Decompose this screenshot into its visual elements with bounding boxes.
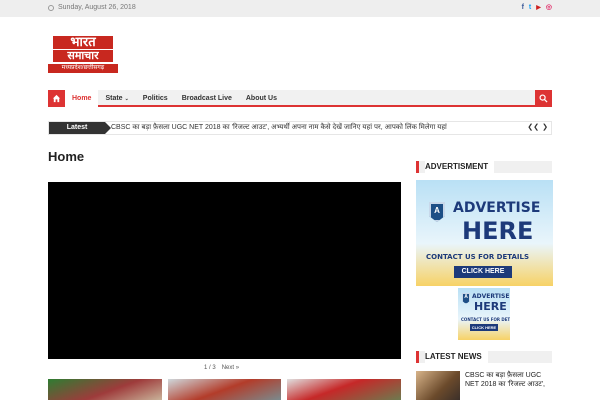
post-thumbnail[interactable]	[48, 379, 162, 400]
ad-badge-icon: A	[429, 202, 445, 222]
facebook-icon[interactable]: f	[522, 4, 524, 12]
search-button[interactable]	[535, 90, 552, 107]
ad-click-button[interactable]: CLICK HERE	[454, 266, 512, 278]
search-icon	[539, 94, 548, 103]
post-thumbnail[interactable]	[167, 379, 282, 400]
advertisement-heading: ADVERTISMENT	[416, 161, 552, 173]
clock-icon	[48, 4, 54, 11]
latest-news-heading: LATEST NEWS	[416, 351, 552, 363]
house-icon	[52, 94, 61, 103]
nav-item-broadcast-live[interactable]: Broadcast Live	[175, 90, 239, 107]
nav-item-about-us[interactable]: About Us	[239, 90, 284, 107]
advertisement-small[interactable]: A ADVERTISE HERE CONTACT US FOR DETAILS …	[458, 288, 510, 340]
ad-contact-text: CONTACT US FOR DETAILS	[426, 253, 530, 261]
logo-line-3: मध्यप्रदेश/छत्तीसगढ़	[48, 64, 118, 73]
social-links: f t ▶ ◎	[522, 4, 552, 12]
nav-item-politics[interactable]: Politics	[136, 90, 175, 107]
latest-news-item[interactable]: CBSC का बड़ा फ़ैसला UGC NET 2018 का 'रिज…	[416, 371, 553, 400]
post-thumbnails	[48, 379, 402, 400]
ad-headline-2: HERE	[474, 300, 507, 313]
twitter-icon[interactable]: t	[529, 4, 531, 12]
home-icon[interactable]	[48, 90, 65, 107]
ad-badge-icon: A	[462, 293, 470, 304]
nav-item-home[interactable]: Home	[65, 90, 99, 107]
top-bar: Sunday, August 26, 2018 f t ▶ ◎	[0, 0, 600, 17]
slide-counter: 1 / 3	[204, 365, 216, 371]
ad-click-button[interactable]: CLICK HERE	[470, 324, 498, 331]
previous-arrow-icon[interactable]: ❮❮	[527, 122, 539, 134]
ad-contact-text: CONTACT US FOR DETAILS	[461, 317, 510, 322]
news-thumbnail[interactable]	[416, 371, 460, 400]
youtube-icon[interactable]: ▶	[536, 4, 541, 12]
instagram-icon[interactable]: ◎	[546, 4, 552, 12]
next-slide-link[interactable]: Next »	[222, 365, 239, 371]
ticker-controls: ❮❮ ❯	[527, 122, 548, 134]
ad-headline-2: HERE	[462, 217, 534, 245]
ad-headline: ADVERTISE	[472, 293, 510, 300]
logo-line-1: भारत	[53, 36, 113, 49]
chevron-down-icon: ⌄	[124, 96, 129, 102]
post-thumbnail[interactable]	[287, 379, 402, 400]
slider-pager: 1 / 3 Next »	[204, 365, 239, 371]
date-text: Sunday, August 26, 2018	[58, 4, 136, 11]
logo-line-2: समाचार	[53, 49, 113, 62]
advertisement-banner[interactable]: A ADVERTISE HERE CONTACT US FOR DETAILS …	[416, 180, 553, 286]
next-arrow-icon[interactable]: ❯	[542, 122, 548, 134]
site-logo[interactable]: भारत समाचार मध्यप्रदेश/छत्तीसगढ़	[48, 36, 118, 74]
ticker-headline[interactable]: CBSC का बड़ा फ़ैसला UGC NET 2018 का 'रिज…	[111, 122, 526, 134]
nav-menu: Home State ⌄ Politics Broadcast Live Abou…	[65, 90, 284, 107]
news-headline[interactable]: CBSC का बड़ा फ़ैसला UGC NET 2018 का 'रिज…	[465, 371, 553, 389]
page-title: Home	[48, 149, 85, 164]
nav-item-state[interactable]: State ⌄	[98, 90, 135, 107]
ticker-label: Latest	[49, 122, 111, 134]
date-display: Sunday, August 26, 2018	[48, 4, 136, 11]
main-navigation: Home State ⌄ Politics Broadcast Live Abou…	[48, 90, 552, 107]
ad-headline: ADVERTISE	[453, 200, 541, 216]
video-player[interactable]	[48, 182, 401, 359]
news-ticker: Latest CBSC का बड़ा फ़ैसला UGC NET 2018 …	[48, 121, 552, 135]
